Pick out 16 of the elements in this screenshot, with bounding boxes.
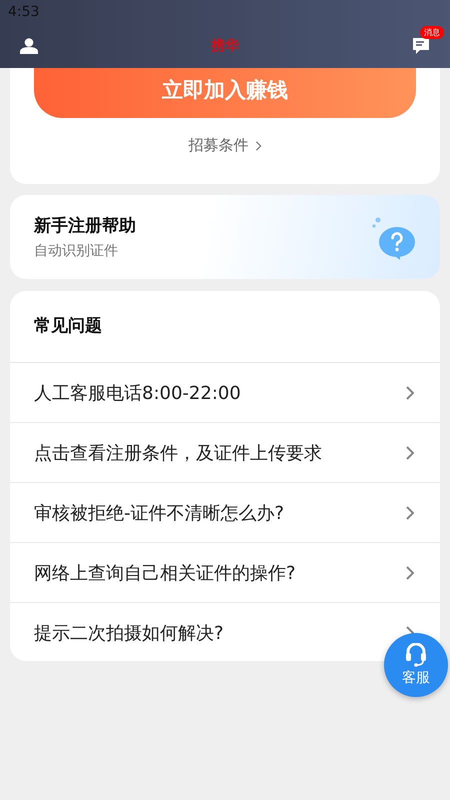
help-title: 新手注册帮助 xyxy=(34,215,136,237)
faq-item[interactable]: 审核被拒绝-证件不清晰怎么办? xyxy=(34,500,284,524)
status-time: 4:53 xyxy=(8,4,40,20)
headset-icon xyxy=(405,643,427,667)
faq-item[interactable]: 网络上查询自己相关证件的操作? xyxy=(34,560,296,584)
user-icon[interactable] xyxy=(20,38,38,54)
faq-item[interactable]: 人工客服电话8:00-22:00 xyxy=(34,380,241,404)
section-title: 常见问题 xyxy=(10,291,440,363)
recruit-link[interactable]: 招募条件 xyxy=(188,136,248,155)
message-badge: 消息 xyxy=(420,26,444,39)
app-title: 携华 xyxy=(211,37,239,55)
faq-item[interactable]: 点击查看注册条件，及证件上传要求 xyxy=(34,440,322,464)
help-subtitle: 自动识别证件 xyxy=(34,242,119,260)
help-card[interactable]: 新手注册帮助 自动识别证件 xyxy=(10,195,440,279)
message-icon[interactable] xyxy=(412,37,430,55)
faq-item[interactable]: 提示二次拍摄如何解决? xyxy=(34,620,224,644)
